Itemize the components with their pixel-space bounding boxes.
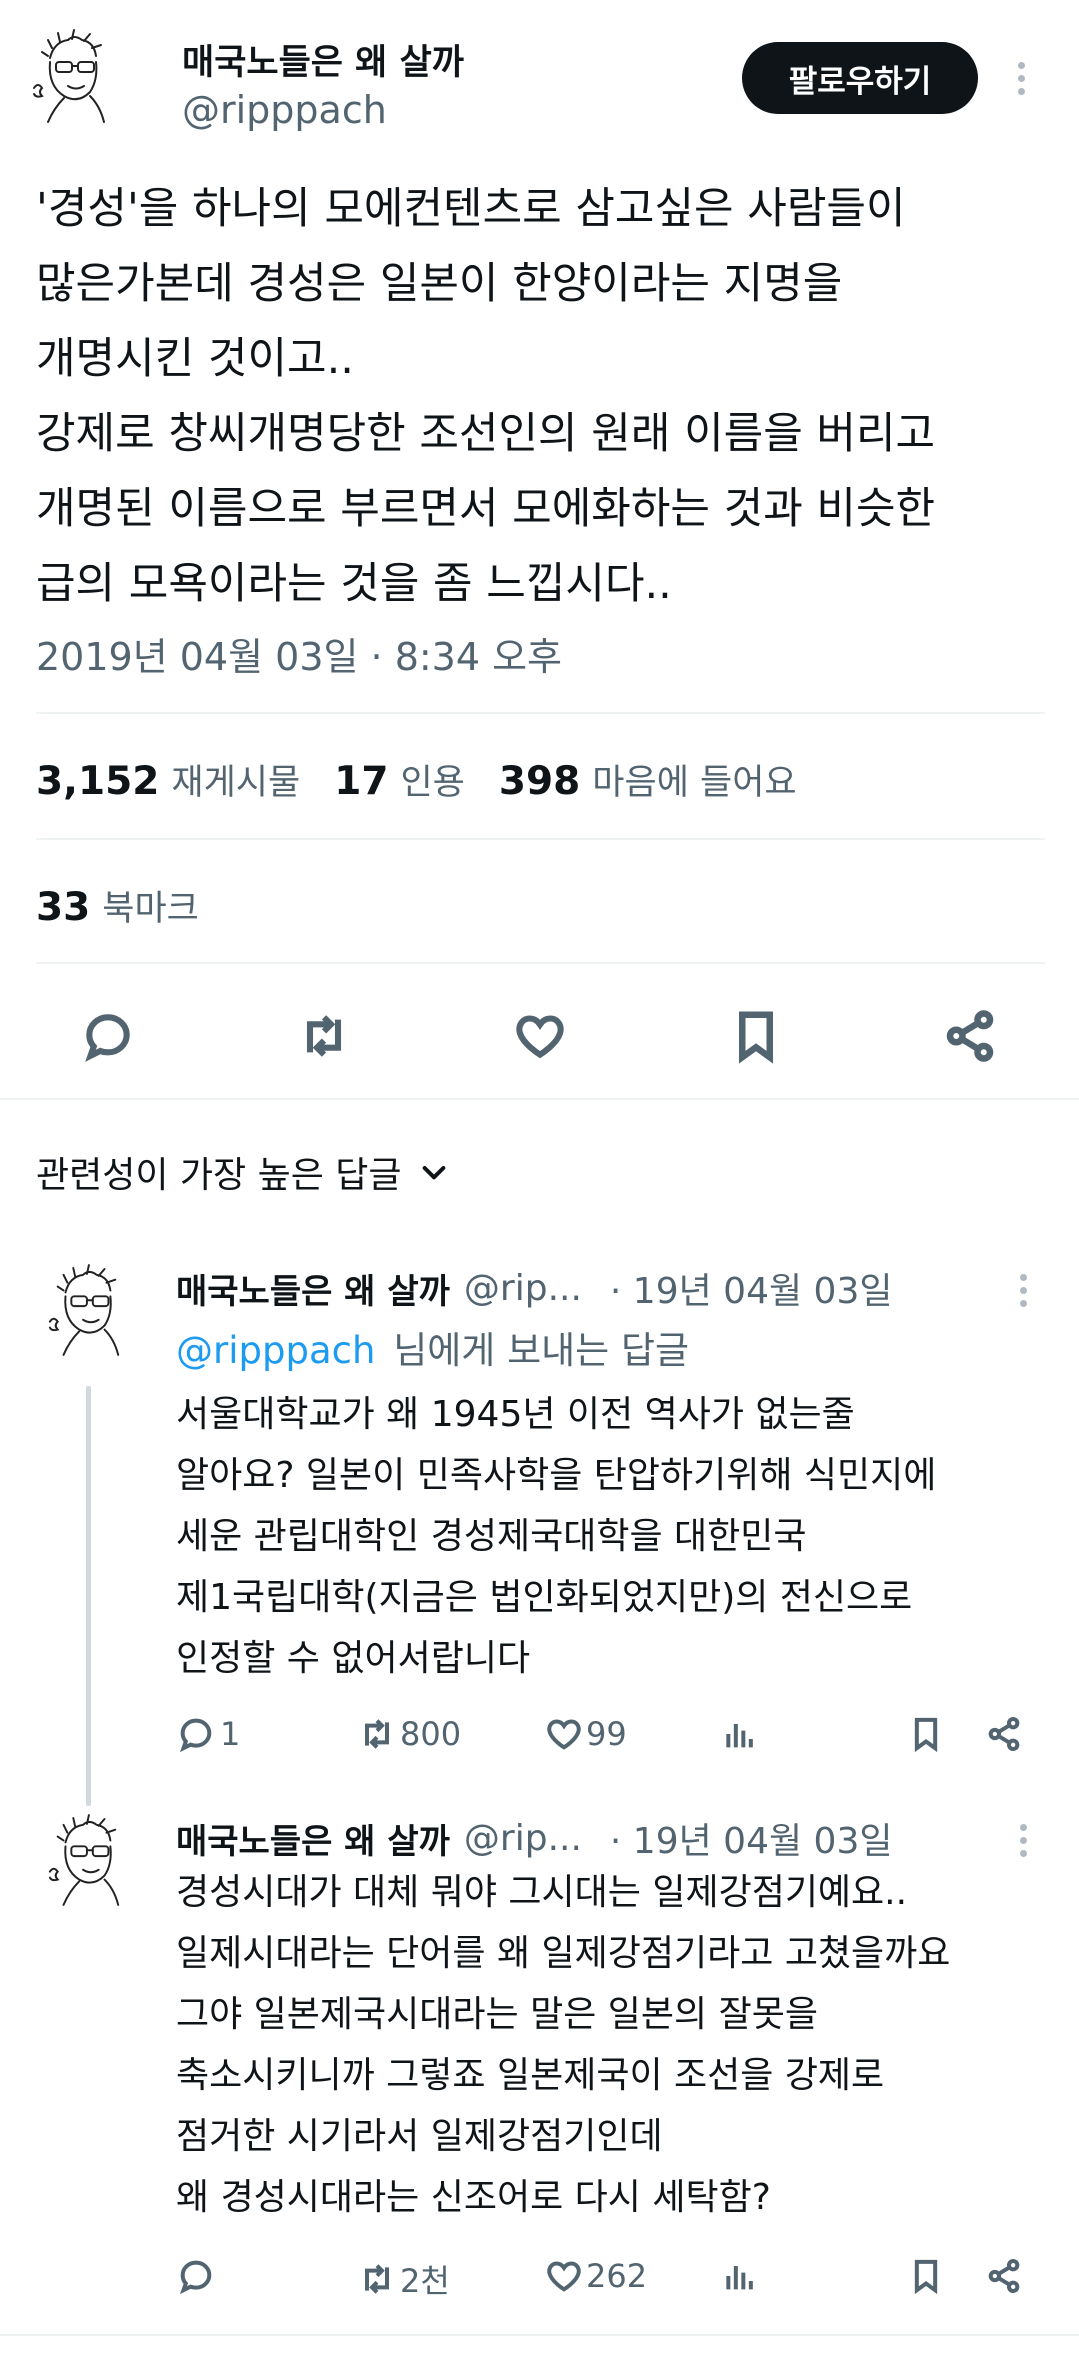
retweet-icon[interactable] <box>294 1008 354 1068</box>
reply-action-like[interactable]: 99 <box>544 1714 627 1754</box>
reply-action-reply[interactable]: 1 <box>176 1714 240 1754</box>
reply-date[interactable]: · 19년 04월 03일 <box>610 1262 893 1314</box>
reply-icon <box>179 1718 212 1753</box>
reply-handle[interactable]: @rip... <box>464 1818 582 1859</box>
reply-handle[interactable]: @rip... <box>464 1268 582 1309</box>
like-count: 99 <box>586 1715 627 1753</box>
reply-icon <box>179 2260 212 2295</box>
retweet-count: 800 <box>400 1715 462 1753</box>
thread-line <box>86 1386 91 1806</box>
reply-action-retweet[interactable]: 800 <box>356 1714 461 1754</box>
tweet-text-line: 개명된 이름으로 부르면서 모에화하는 것과 비슷한 <box>36 484 936 534</box>
like-count: 262 <box>586 2257 648 2295</box>
likes-label[interactable]: 마음에 들어요 <box>592 754 796 805</box>
quotes-count[interactable]: 17 <box>334 759 388 804</box>
reply-text: 서울대학교가 왜 1945년 이전 역사가 없는줄 알아요? 일본이 민족사학을… <box>176 1384 936 1689</box>
reply-text-line: 제1국립대학(지금은 법인화되었지만)의 전신으로 <box>176 1577 913 1618</box>
chevron-down-icon <box>418 1156 450 1188</box>
bookmark-icon[interactable] <box>906 1712 946 1756</box>
heart-icon <box>547 1719 581 1750</box>
section-divider <box>0 2334 1079 2336</box>
share-icon[interactable] <box>984 1712 1024 1756</box>
bookmarks-label[interactable]: 북마크 <box>102 880 199 931</box>
bookmarks-count[interactable]: 33 <box>36 885 90 930</box>
reply-display-name[interactable]: 매국노들은 왜 살까 <box>176 1264 450 1313</box>
tweet-timestamp[interactable]: 2019년 04월 03일 · 8:34 오후 <box>36 626 562 681</box>
tweet-text-line: 개명시킨 것이고.. <box>36 334 354 384</box>
more-options-icon[interactable] <box>1020 1274 1027 1307</box>
retweet-count: 2천 <box>400 2262 450 2300</box>
tweet-text-line: '경성'을 하나의 모에컨텐츠로 삼고싶은 사람들이 <box>36 184 906 234</box>
replying-to: @ripppach 님에게 보내는 답글 <box>176 1320 689 1374</box>
heart-icon <box>547 2261 581 2292</box>
user-handle[interactable]: @ripppach <box>182 88 387 132</box>
reply-icon[interactable] <box>78 1008 138 1068</box>
avatar[interactable] <box>44 1262 126 1358</box>
reply-action-retweet[interactable]: 2천 <box>356 2256 450 2302</box>
replies-sort-label: 관련성이 가장 높은 답글 <box>36 1155 402 1196</box>
retweets-count[interactable]: 3,152 <box>36 759 159 804</box>
reply-header: 매국노들은 왜 살까 @rip... · 19년 04월 03일 <box>176 1812 892 1864</box>
stats-row: 3,152 재게시물 17 인용 398 마음에 들어요 <box>36 754 797 805</box>
bookmark-icon[interactable] <box>906 2254 946 2298</box>
section-divider <box>0 1098 1079 1100</box>
tweet-text-line: 많은가본데 경성은 일본이 한양이라는 지명을 <box>36 259 843 309</box>
reply-header: 매국노들은 왜 살까 @rip... · 19년 04월 03일 <box>176 1262 892 1314</box>
retweets-label[interactable]: 재게시물 <box>171 754 300 805</box>
reply-text-line: 서울대학교가 왜 1945년 이전 역사가 없는줄 <box>176 1394 855 1435</box>
bookmarks-row: 33 북마크 <box>36 880 199 931</box>
replying-to-handle[interactable]: @ripppach <box>176 1329 375 1372</box>
reply-display-name[interactable]: 매국노들은 왜 살까 <box>176 1814 450 1863</box>
reply-action-reply[interactable] <box>176 2256 220 2296</box>
retweet-icon <box>365 2264 389 2294</box>
reply-text-line: 경성시대가 대체 뭐야 그시대는 일제강점기예요.. <box>176 1872 908 1913</box>
replying-to-label: 님에게 보내는 답글 <box>393 1329 690 1372</box>
reply-text-line: 알아요? 일본이 민족사학을 탄압하기위해 식민지에 <box>176 1455 937 1496</box>
more-options-icon[interactable] <box>1020 1824 1027 1857</box>
reply-action-like[interactable]: 262 <box>544 2256 647 2296</box>
reply-text-line: 세운 관립대학인 경성제국대학을 대한민국 <box>176 1516 807 1557</box>
display-name[interactable]: 매국노들은 왜 살까 <box>182 34 464 85</box>
tweet-text: '경성'을 하나의 모에컨텐츠로 삼고싶은 사람들이 많은가본데 경성은 일본이… <box>36 172 1056 622</box>
retweet-icon <box>365 1719 389 1749</box>
reply-count: 1 <box>220 1715 241 1753</box>
share-icon[interactable] <box>984 2254 1024 2298</box>
tweet-text-line: 급의 모욕이라는 것을 좀 느낍시다.. <box>36 559 672 609</box>
heart-icon[interactable] <box>510 1008 570 1068</box>
reply-text-line: 일제시대라는 단어를 왜 일제강점기라고 고쳤을까요 <box>176 1933 951 1974</box>
reply-text-line: 점거한 시기라서 일제강점기인데 <box>176 2116 663 2157</box>
likes-count[interactable]: 398 <box>499 759 580 804</box>
avatar[interactable] <box>28 28 112 124</box>
reply-text-line: 그야 일본제국시대라는 말은 일본의 잘못을 <box>176 1994 818 2035</box>
reply-text-line: 왜 경성시대라는 신조어로 다시 세탁함? <box>176 2177 771 2218</box>
reply-text-line: 인정할 수 없어서랍니다 <box>176 1638 531 1679</box>
bookmark-icon[interactable] <box>726 1006 786 1070</box>
replies-sort-dropdown[interactable]: 관련성이 가장 높은 답글 <box>36 1146 450 1198</box>
quotes-label[interactable]: 인용 <box>400 754 464 805</box>
reply-date[interactable]: · 19년 04월 03일 <box>610 1812 893 1864</box>
tweet-text-line: 강제로 창씨개명당한 조선인의 원래 이름을 버리고 <box>36 409 936 459</box>
follow-button[interactable]: 팔로우하기 <box>742 42 978 114</box>
avatar[interactable] <box>44 1812 126 1908</box>
reply-text-line: 축소시키니까 그렇죠 일본제국이 조선을 강제로 <box>176 2055 885 2096</box>
views-icon[interactable] <box>720 2256 760 2296</box>
more-options-icon[interactable] <box>1018 62 1025 95</box>
reply-text: 경성시대가 대체 뭐야 그시대는 일제강점기예요.. 일제시대라는 단어를 왜 … <box>176 1862 950 2228</box>
views-icon[interactable] <box>720 1714 760 1754</box>
share-icon[interactable] <box>940 1006 1000 1070</box>
